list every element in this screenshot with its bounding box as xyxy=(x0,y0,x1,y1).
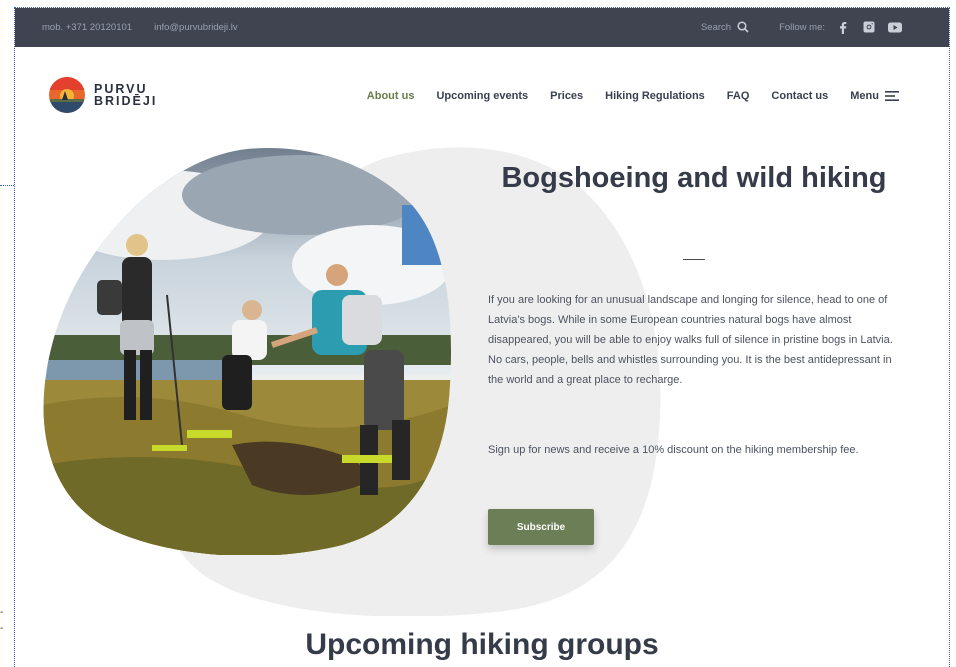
logo-line-2: BRIDĒJI xyxy=(94,94,158,108)
nav-item-upcoming-events[interactable]: Upcoming events xyxy=(436,90,528,102)
browser-viewport: mob. +371 20120101 info@purvubrideji.lv … xyxy=(14,7,950,667)
logo-emblem-icon xyxy=(49,77,85,113)
search-label: Search xyxy=(700,21,732,33)
section-title-upcoming-groups: Upcoming hiking groups xyxy=(305,628,659,661)
menu-button[interactable]: Menu xyxy=(850,90,899,102)
hero-paragraph-1: If you are looking for an unusual landsc… xyxy=(488,294,893,386)
selection-guide-line xyxy=(0,185,14,187)
nav-item-hiking-regulations[interactable]: Hiking Regulations xyxy=(605,90,705,102)
nav-item-about-us[interactable]: About us xyxy=(367,90,415,102)
instagram-icon[interactable] xyxy=(861,19,877,35)
search-icon xyxy=(737,21,749,33)
hero-title: Bogshoeing and wild hiking xyxy=(501,162,887,194)
edge-marks: -- xyxy=(0,607,4,634)
subscribe-button[interactable]: Subscribe xyxy=(488,509,594,545)
site-logo[interactable]: PURVU BRIDĒJI xyxy=(48,76,157,114)
follow-label: Follow me: xyxy=(779,21,825,33)
nav-item-prices[interactable]: Prices xyxy=(550,90,583,102)
menu-label: Menu xyxy=(850,90,879,102)
nav-item-contact-us[interactable]: Contact us xyxy=(771,90,828,102)
facebook-icon[interactable] xyxy=(835,19,851,35)
email-link[interactable]: info@purvubrideji.lv xyxy=(154,22,238,33)
top-bar: mob. +371 20120101 info@purvubrideji.lv … xyxy=(15,8,949,47)
nav-item-faq[interactable]: FAQ xyxy=(727,90,750,102)
phone-number[interactable]: mob. +371 20120101 xyxy=(42,22,132,33)
youtube-icon[interactable] xyxy=(887,19,903,35)
hero-paragraph-2: Sign up for news and receive a 10% disco… xyxy=(488,444,859,456)
main-nav: About us Upcoming events Prices Hiking R… xyxy=(367,90,899,102)
title-divider xyxy=(683,259,705,260)
hero-photo xyxy=(43,148,452,555)
search-button[interactable]: Search xyxy=(701,21,749,33)
hamburger-icon xyxy=(885,91,899,101)
